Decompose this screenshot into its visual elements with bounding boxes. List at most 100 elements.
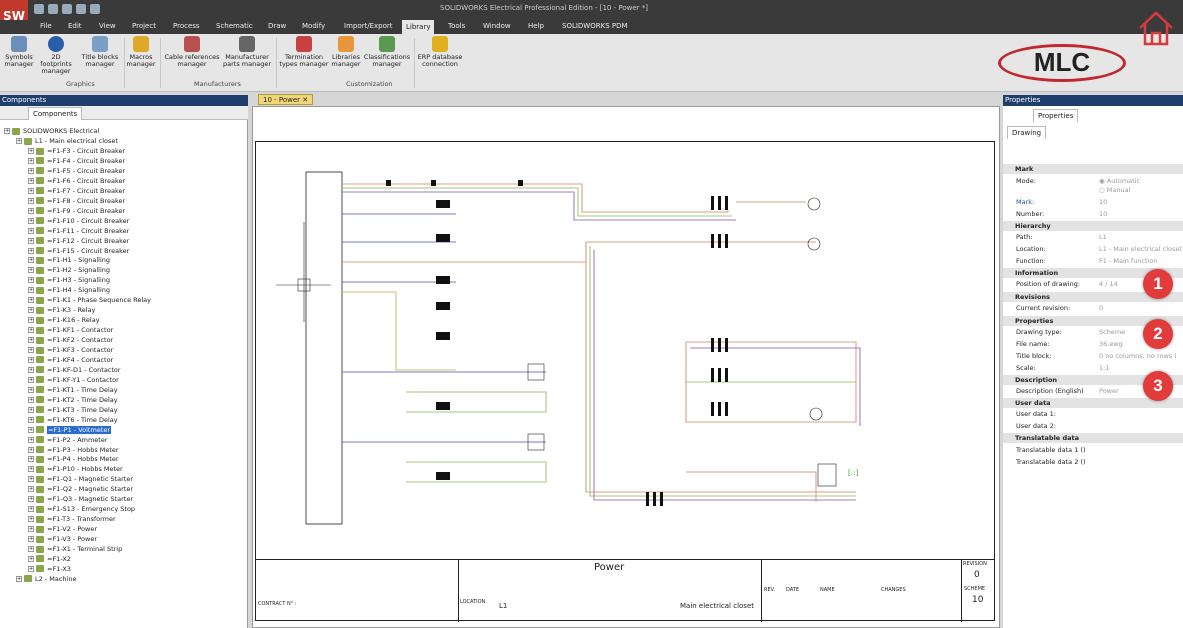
menu-draw[interactable]: Draw: [268, 22, 286, 30]
tree-item[interactable]: + =F1-P2 - Ammeter: [28, 435, 108, 445]
tree-item[interactable]: + =F1-X2: [28, 554, 71, 564]
menu-import-export[interactable]: Import/Export: [344, 22, 393, 30]
tree-item[interactable]: + =F1-KT2 - Time Delay: [28, 395, 118, 405]
expand-icon[interactable]: +: [28, 347, 34, 353]
tree-item[interactable]: + =F1-KF1 - Contactor: [28, 325, 113, 335]
tree-item[interactable]: + =F1-KF4 - Contactor: [28, 355, 113, 365]
expand-icon[interactable]: +: [28, 277, 34, 284]
termination-types-button[interactable]: Termination types manager: [278, 36, 330, 68]
expand-icon[interactable]: +: [28, 426, 34, 433]
expand-icon[interactable]: +: [28, 237, 34, 244]
tree-item[interactable]: + =F1-KF-Y1 - Contactor: [28, 375, 119, 385]
mode-manual-radio[interactable]: ○ Manual: [1099, 185, 1183, 196]
tree-item[interactable]: + =F1-P10 - Hobbs Meter: [28, 464, 123, 474]
expand-icon[interactable]: +: [28, 337, 34, 344]
tree-item[interactable]: + =F1-V3 - Power: [28, 534, 97, 544]
tree-item[interactable]: + =F1-F8 - Circuit Breaker: [28, 196, 125, 206]
save-icon[interactable]: [62, 4, 72, 14]
tree-root[interactable]: + SOLIDWORKS Electrical: [4, 126, 99, 136]
expand-icon[interactable]: +: [28, 436, 34, 443]
expand-icon[interactable]: +: [28, 307, 34, 314]
footprints-manager-button[interactable]: 2D footprints manager: [36, 36, 76, 75]
expand-icon[interactable]: +: [28, 247, 34, 254]
tree-item[interactable]: + =F1-K3 - Relay: [28, 305, 95, 315]
symbols-manager-button[interactable]: Symbols manager: [2, 36, 36, 68]
expand-icon[interactable]: +: [28, 356, 34, 363]
tree-item[interactable]: + =F1-F4 - Circuit Breaker: [28, 156, 125, 166]
expand-icon[interactable]: +: [28, 546, 34, 552]
tree-item[interactable]: + =F1-KT3 - Time Delay: [28, 405, 118, 415]
tree-item[interactable]: + =F1-X1 - Terminal Strip: [28, 544, 122, 554]
new-icon[interactable]: [34, 4, 44, 14]
tree-item[interactable]: + =F1-KF2 - Contactor: [28, 335, 113, 345]
menu-help[interactable]: Help: [528, 22, 544, 30]
tree-item[interactable]: + =F1-P4 - Hobbs Meter: [28, 454, 119, 464]
expand-icon[interactable]: +: [28, 376, 34, 383]
drawing-canvas[interactable]: [::] Power REVISION 0 SCHEME 10 CONTRACT…: [252, 106, 1000, 628]
menu-project[interactable]: Project: [132, 22, 156, 30]
tree-machine[interactable]: + L2 - Machine: [16, 574, 76, 584]
menu-tools[interactable]: Tools: [448, 22, 465, 30]
tree-item[interactable]: + =F1-KF3 - Contactor: [28, 345, 113, 355]
tree-item[interactable]: + =F1-V2 - Power: [28, 524, 97, 534]
expand-icon[interactable]: +: [28, 506, 34, 513]
expand-icon[interactable]: +: [28, 157, 34, 164]
tree-item[interactable]: + =F1-K16 - Relay: [28, 315, 100, 325]
expand-icon[interactable]: +: [28, 555, 34, 562]
tab-drawing[interactable]: Drawing: [1007, 126, 1047, 139]
expand-icon[interactable]: +: [28, 476, 34, 483]
expand-icon[interactable]: +: [28, 526, 34, 533]
undo-icon[interactable]: [76, 4, 86, 14]
tree-item[interactable]: + =F1-F10 - Circuit Breaker: [28, 216, 129, 226]
expand-icon[interactable]: +: [28, 396, 34, 403]
tree-item[interactable]: + =F1-F12 - Circuit Breaker: [28, 236, 129, 246]
expand-icon[interactable]: +: [28, 207, 34, 214]
tree-item[interactable]: + =F1-F3 - Circuit Breaker: [28, 146, 125, 156]
expand-icon[interactable]: +: [28, 536, 34, 543]
tree-item[interactable]: + =F1-T3 - Transformer: [28, 514, 116, 524]
tree-item[interactable]: + =F1-F15 - Circuit Breaker: [28, 246, 129, 256]
tree-item[interactable]: + =F1-KF-D1 - Contactor: [28, 365, 121, 375]
titleblocks-manager-button[interactable]: Title blocks manager: [80, 36, 120, 68]
expand-icon[interactable]: +: [16, 575, 22, 582]
expand-icon[interactable]: +: [28, 565, 34, 572]
expand-icon[interactable]: +: [28, 267, 34, 274]
expand-icon[interactable]: +: [28, 148, 34, 154]
cable-references-button[interactable]: Cable references manager: [163, 36, 221, 68]
menu-library[interactable]: Library: [402, 20, 435, 34]
expand-icon[interactable]: +: [28, 257, 34, 264]
menu-view[interactable]: View: [99, 22, 116, 30]
expand-icon[interactable]: +: [28, 317, 34, 324]
tree-item[interactable]: + =F1-H4 - Signalling: [28, 285, 110, 295]
expand-icon[interactable]: +: [28, 366, 34, 373]
menu-file[interactable]: File: [40, 22, 52, 30]
open-icon[interactable]: [48, 4, 58, 14]
macros-manager-button[interactable]: Macros manager: [126, 36, 156, 68]
expand-icon[interactable]: +: [28, 446, 34, 453]
tree-item[interactable]: + =F1-X3: [28, 564, 71, 574]
tree-item[interactable]: + =F1-F6 - Circuit Breaker: [28, 176, 125, 186]
tab-components[interactable]: Components: [28, 107, 83, 120]
tree-location[interactable]: + L1 - Main electrical closet: [16, 136, 118, 146]
classifications-manager-button[interactable]: Classifications manager: [362, 36, 412, 68]
expand-icon[interactable]: +: [4, 128, 10, 134]
tree-item[interactable]: + =F1-F9 - Circuit Breaker: [28, 206, 125, 216]
expand-icon[interactable]: +: [28, 327, 34, 334]
mark-value[interactable]: 10: [1099, 197, 1183, 208]
tree-item[interactable]: + =F1-Q2 - Magnetic Starter: [28, 484, 133, 494]
tree-item[interactable]: + =F1-Q3 - Magnetic Starter: [28, 494, 133, 504]
expand-icon[interactable]: +: [28, 456, 34, 463]
tree-item[interactable]: + =F1-H1 - Signalling: [28, 255, 110, 265]
expand-icon[interactable]: +: [28, 197, 34, 204]
expand-icon[interactable]: +: [28, 217, 34, 224]
tree-item[interactable]: + =F1-H3 - Signalling: [28, 275, 110, 285]
tree-item[interactable]: + =F1-F7 - Circuit Breaker: [28, 186, 125, 196]
tab-properties[interactable]: Properties: [1033, 109, 1079, 122]
expand-icon[interactable]: +: [16, 138, 22, 144]
tree-item[interactable]: + =F1-P3 - Hobbs Meter: [28, 445, 119, 455]
expand-icon[interactable]: +: [28, 496, 34, 503]
expand-icon[interactable]: +: [28, 187, 34, 194]
expand-icon[interactable]: +: [28, 416, 34, 423]
menu-modify[interactable]: Modify: [302, 22, 325, 30]
tree-item[interactable]: + =F1-KT1 - Time Delay: [28, 385, 118, 395]
